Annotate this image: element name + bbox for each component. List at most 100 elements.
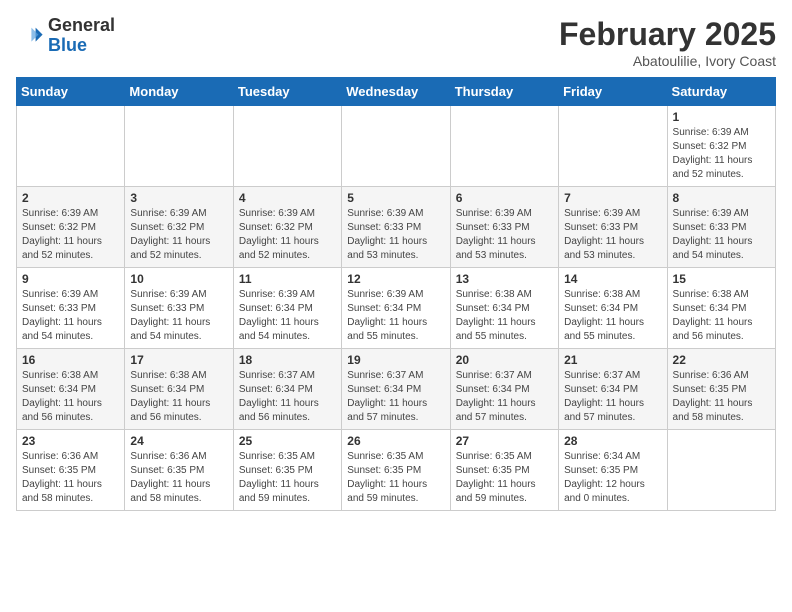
calendar-cell: 28 Sunrise: 6:34 AM Sunset: 6:35 PM Dayli…: [559, 430, 667, 511]
day-number: 8: [673, 191, 770, 205]
calendar-cell: 3 Sunrise: 6:39 AM Sunset: 6:32 PM Daylig…: [125, 187, 233, 268]
day-number: 14: [564, 272, 661, 286]
calendar-cell: [667, 430, 775, 511]
day-number: 16: [22, 353, 119, 367]
day-number: 28: [564, 434, 661, 448]
calendar-cell: 4 Sunrise: 6:39 AM Sunset: 6:32 PM Daylig…: [233, 187, 341, 268]
day-number: 15: [673, 272, 770, 286]
calendar-cell: 26 Sunrise: 6:35 AM Sunset: 6:35 PM Dayli…: [342, 430, 450, 511]
day-info: Sunrise: 6:38 AM Sunset: 6:34 PM Dayligh…: [456, 288, 553, 344]
day-info: Sunrise: 6:39 AM Sunset: 6:33 PM Dayligh…: [130, 288, 227, 344]
calendar-cell: 16 Sunrise: 6:38 AM Sunset: 6:34 PM Dayli…: [17, 349, 125, 430]
day-number: 4: [239, 191, 336, 205]
day-info: Sunrise: 6:39 AM Sunset: 6:34 PM Dayligh…: [239, 288, 336, 344]
day-info: Sunrise: 6:37 AM Sunset: 6:34 PM Dayligh…: [456, 369, 553, 425]
day-number: 9: [22, 272, 119, 286]
day-number: 21: [564, 353, 661, 367]
calendar-cell: 1 Sunrise: 6:39 AM Sunset: 6:32 PM Daylig…: [667, 106, 775, 187]
weekday-friday: Friday: [559, 78, 667, 106]
day-info: Sunrise: 6:35 AM Sunset: 6:35 PM Dayligh…: [456, 450, 553, 506]
day-number: 18: [239, 353, 336, 367]
day-number: 2: [22, 191, 119, 205]
day-info: Sunrise: 6:39 AM Sunset: 6:34 PM Dayligh…: [347, 288, 444, 344]
calendar-cell: 6Sunrise: 6:39 AM Sunset: 6:33 PM Daylig…: [450, 187, 558, 268]
weekday-thursday: Thursday: [450, 78, 558, 106]
calendar-cell: 19 Sunrise: 6:37 AM Sunset: 6:34 PM Dayli…: [342, 349, 450, 430]
day-number: 24: [130, 434, 227, 448]
weekday-sunday: Sunday: [17, 78, 125, 106]
day-number: 25: [239, 434, 336, 448]
day-info: Sunrise: 6:39 AM Sunset: 6:33 PM Dayligh…: [347, 207, 444, 263]
calendar-cell: 7 Sunrise: 6:39 AM Sunset: 6:33 PM Daylig…: [559, 187, 667, 268]
day-number: 1: [673, 110, 770, 124]
weekday-header-row: SundayMondayTuesdayWednesdayThursdayFrid…: [17, 78, 776, 106]
day-info: Sunrise: 6:35 AM Sunset: 6:35 PM Dayligh…: [239, 450, 336, 506]
calendar-cell: [233, 106, 341, 187]
calendar-cell: [450, 106, 558, 187]
calendar-cell: [342, 106, 450, 187]
calendar-cell: 14 Sunrise: 6:38 AM Sunset: 6:34 PM Dayli…: [559, 268, 667, 349]
calendar-cell: 21 Sunrise: 6:37 AM Sunset: 6:34 PM Dayli…: [559, 349, 667, 430]
calendar-week-2: 2 Sunrise: 6:39 AM Sunset: 6:32 PM Daylig…: [17, 187, 776, 268]
calendar-cell: 25 Sunrise: 6:35 AM Sunset: 6:35 PM Dayli…: [233, 430, 341, 511]
day-number: 27: [456, 434, 553, 448]
day-number: 13: [456, 272, 553, 286]
day-info: Sunrise: 6:39 AM Sunset: 6:32 PM Dayligh…: [22, 207, 119, 263]
calendar-cell: 20 Sunrise: 6:37 AM Sunset: 6:34 PM Dayli…: [450, 349, 558, 430]
day-info: Sunrise: 6:37 AM Sunset: 6:34 PM Dayligh…: [239, 369, 336, 425]
day-info: Sunrise: 6:39 AM Sunset: 6:33 PM Dayligh…: [673, 207, 770, 263]
day-info: Sunrise: 6:39 AM Sunset: 6:32 PM Dayligh…: [130, 207, 227, 263]
day-info: Sunrise: 6:38 AM Sunset: 6:34 PM Dayligh…: [130, 369, 227, 425]
weekday-monday: Monday: [125, 78, 233, 106]
calendar-cell: [125, 106, 233, 187]
month-title: February 2025: [559, 16, 776, 53]
day-number: 7: [564, 191, 661, 205]
calendar-cell: 8 Sunrise: 6:39 AM Sunset: 6:33 PM Daylig…: [667, 187, 775, 268]
day-info: Sunrise: 6:37 AM Sunset: 6:34 PM Dayligh…: [564, 369, 661, 425]
page-header: General Blue February 2025 Abatoulilie, …: [16, 16, 776, 69]
calendar-cell: 12 Sunrise: 6:39 AM Sunset: 6:34 PM Dayli…: [342, 268, 450, 349]
calendar-cell: 5Sunrise: 6:39 AM Sunset: 6:33 PM Daylig…: [342, 187, 450, 268]
day-number: 3: [130, 191, 227, 205]
location-subtitle: Abatoulilie, Ivory Coast: [559, 53, 776, 69]
calendar-week-3: 9 Sunrise: 6:39 AM Sunset: 6:33 PM Daylig…: [17, 268, 776, 349]
calendar-cell: 13 Sunrise: 6:38 AM Sunset: 6:34 PM Dayli…: [450, 268, 558, 349]
logo-text: General Blue: [48, 16, 115, 56]
day-number: 20: [456, 353, 553, 367]
calendar-cell: 10Sunrise: 6:39 AM Sunset: 6:33 PM Dayli…: [125, 268, 233, 349]
calendar-cell: 15Sunrise: 6:38 AM Sunset: 6:34 PM Dayli…: [667, 268, 775, 349]
calendar-cell: [17, 106, 125, 187]
day-info: Sunrise: 6:36 AM Sunset: 6:35 PM Dayligh…: [130, 450, 227, 506]
calendar-cell: 2 Sunrise: 6:39 AM Sunset: 6:32 PM Daylig…: [17, 187, 125, 268]
calendar-body: 1 Sunrise: 6:39 AM Sunset: 6:32 PM Daylig…: [17, 106, 776, 511]
day-number: 19: [347, 353, 444, 367]
day-number: 22: [673, 353, 770, 367]
calendar-week-1: 1 Sunrise: 6:39 AM Sunset: 6:32 PM Daylig…: [17, 106, 776, 187]
day-info: Sunrise: 6:34 AM Sunset: 6:35 PM Dayligh…: [564, 450, 661, 506]
day-info: Sunrise: 6:38 AM Sunset: 6:34 PM Dayligh…: [564, 288, 661, 344]
day-info: Sunrise: 6:35 AM Sunset: 6:35 PM Dayligh…: [347, 450, 444, 506]
day-number: 26: [347, 434, 444, 448]
logo-icon: [16, 22, 44, 50]
calendar-cell: 11 Sunrise: 6:39 AM Sunset: 6:34 PM Dayli…: [233, 268, 341, 349]
day-number: 11: [239, 272, 336, 286]
day-info: Sunrise: 6:39 AM Sunset: 6:32 PM Dayligh…: [673, 126, 770, 182]
day-number: 6: [456, 191, 553, 205]
calendar-cell: 17 Sunrise: 6:38 AM Sunset: 6:34 PM Dayli…: [125, 349, 233, 430]
calendar-week-5: 23 Sunrise: 6:36 AM Sunset: 6:35 PM Dayli…: [17, 430, 776, 511]
weekday-wednesday: Wednesday: [342, 78, 450, 106]
day-number: 12: [347, 272, 444, 286]
day-info: Sunrise: 6:37 AM Sunset: 6:34 PM Dayligh…: [347, 369, 444, 425]
day-number: 23: [22, 434, 119, 448]
calendar-cell: 18 Sunrise: 6:37 AM Sunset: 6:34 PM Dayli…: [233, 349, 341, 430]
calendar-cell: 22Sunrise: 6:36 AM Sunset: 6:35 PM Dayli…: [667, 349, 775, 430]
day-number: 17: [130, 353, 227, 367]
title-block: February 2025 Abatoulilie, Ivory Coast: [559, 16, 776, 69]
calendar-cell: [559, 106, 667, 187]
logo: General Blue: [16, 16, 115, 56]
day-info: Sunrise: 6:39 AM Sunset: 6:33 PM Dayligh…: [564, 207, 661, 263]
day-info: Sunrise: 6:39 AM Sunset: 6:32 PM Dayligh…: [239, 207, 336, 263]
day-info: Sunrise: 6:39 AM Sunset: 6:33 PM Dayligh…: [22, 288, 119, 344]
day-info: Sunrise: 6:38 AM Sunset: 6:34 PM Dayligh…: [22, 369, 119, 425]
calendar-cell: 23Sunrise: 6:36 AM Sunset: 6:35 PM Dayli…: [17, 430, 125, 511]
